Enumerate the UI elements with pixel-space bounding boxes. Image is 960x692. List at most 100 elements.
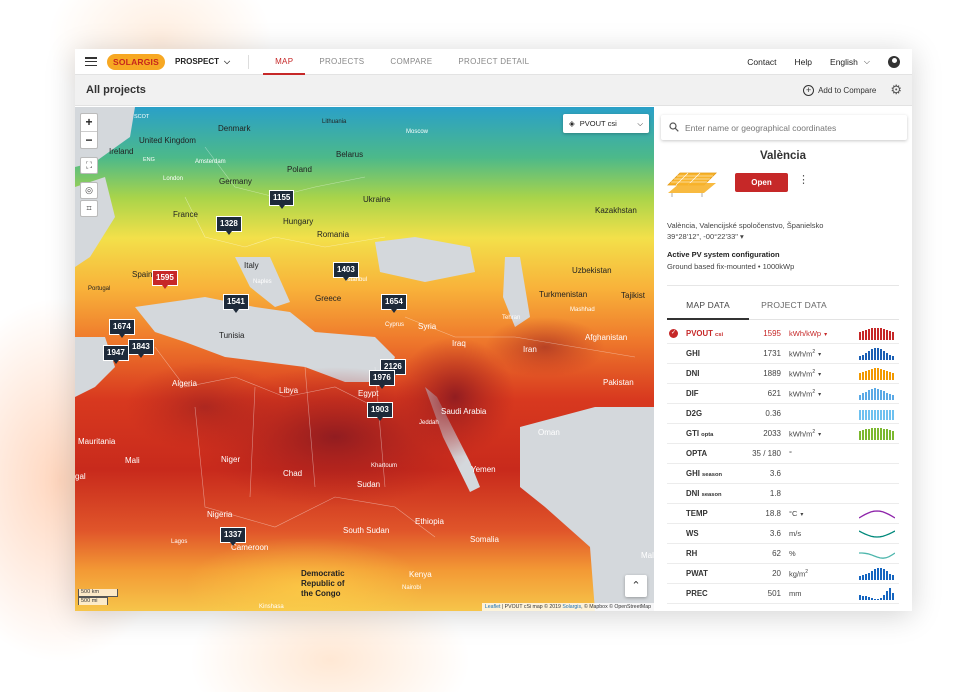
project-marker[interactable]: 1843	[128, 339, 154, 358]
search-input[interactable]: Enter name or geographical coordinates	[661, 115, 907, 140]
sparkline-bar	[892, 373, 894, 380]
chevron-down-icon: ▾	[818, 392, 822, 399]
project-marker[interactable]: 1947	[103, 345, 129, 364]
fullscreen-icon[interactable]: ⛶	[80, 157, 98, 174]
tab-map[interactable]: MAP	[262, 49, 306, 75]
parameter-subscript: csi	[715, 332, 724, 338]
parameter-unit[interactable]: kWh/m2▾	[789, 369, 821, 379]
project-marker[interactable]: 1654	[381, 294, 407, 313]
parameter-unit[interactable]: mm	[789, 589, 802, 598]
sparkline-bar	[874, 569, 876, 580]
map-data-row[interactable]: DNI 1889 kWh/m2▾	[667, 364, 899, 384]
map-label: Kenya	[409, 570, 432, 579]
map-label: Nairobi	[402, 585, 422, 591]
parameter-unit[interactable]: °	[789, 449, 792, 458]
menu-icon[interactable]	[85, 57, 97, 66]
map-data-row[interactable]: D2G 0.36	[667, 404, 899, 424]
project-marker[interactable]: 1976	[369, 370, 395, 389]
project-marker[interactable]: 1155	[269, 190, 295, 209]
map-label: Poland	[287, 165, 312, 174]
map-data-row[interactable]: PWAT 20 kg/m2	[667, 564, 899, 584]
solar-map[interactable]: + − ⛶ ◎ ⌗ ◈ PVOUT csi ⌵ Denmark SCOT Ire…	[75, 107, 654, 611]
tab-projects[interactable]: PROJECTS	[319, 49, 364, 75]
project-marker[interactable]: 1403	[333, 262, 359, 281]
scale-mi: 500 mi	[78, 597, 108, 605]
zoom-out-button[interactable]: −	[81, 131, 97, 148]
parameter-label: PREC	[686, 589, 708, 598]
map-data-row[interactable]: DIF 621 kWh/m2▾	[667, 384, 899, 404]
map-attribution: Leaflet | PVOUT cSi map © 2019 Solargis,…	[481, 603, 654, 611]
check-icon: ✓	[669, 329, 678, 338]
parameter-unit[interactable]: %	[789, 549, 796, 558]
open-button[interactable]: Open	[735, 173, 788, 192]
map-data-row[interactable]: RH 62%	[667, 544, 899, 564]
add-to-compare-button[interactable]: + Add to Compare	[803, 84, 876, 96]
sparkline-line	[859, 552, 895, 559]
tab-map-data[interactable]: MAP DATA	[667, 296, 749, 320]
map-data-row[interactable]: ✓ PVOUT csi 1595 kWh/kWp ▾	[667, 324, 899, 344]
solargis-link[interactable]: Solargis	[562, 604, 581, 610]
parameter-unit[interactable]: m/s	[789, 529, 801, 538]
chevron-down-icon[interactable]: ▾	[740, 232, 744, 241]
sparkline-bar	[886, 353, 888, 360]
gear-icon[interactable]: ⚙	[890, 82, 902, 98]
sparkline-bar	[880, 328, 882, 340]
map-label: Amsterdam	[195, 159, 226, 165]
map-data-row[interactable]: GTI opta 2033 kWh/m2▾	[667, 424, 899, 444]
project-marker[interactable]: 1541	[223, 294, 249, 313]
map-label: France	[173, 210, 198, 219]
sparkline-bar	[883, 329, 885, 340]
tab-project-data[interactable]: PROJECT DATA	[749, 296, 839, 319]
parameter-label: DIF	[686, 389, 699, 398]
unit-label: kg/m	[789, 569, 806, 579]
layer-select[interactable]: ◈ PVOUT csi ⌵	[563, 114, 649, 133]
map-data-row[interactable]: WS 3.6 m/s	[667, 524, 899, 544]
product-switcher[interactable]: PROSPECT ⌵	[175, 57, 230, 67]
monthly-line-sparkline	[859, 510, 895, 519]
contact-link[interactable]: Contact	[747, 57, 776, 67]
map-label: Iraq	[452, 339, 466, 348]
tab-compare[interactable]: COMPARE	[390, 49, 432, 75]
map-label: Saudi Arabia	[441, 407, 487, 416]
map-data-row[interactable]: GHI season 3.6	[667, 464, 899, 484]
project-marker-selected[interactable]: 1595	[152, 270, 178, 289]
unit-label: kWh/m	[789, 369, 813, 379]
locate-icon[interactable]: ◎	[80, 182, 98, 199]
parameter-unit[interactable]: °C ▾	[789, 509, 803, 518]
project-marker[interactable]: 1903	[367, 402, 393, 421]
unit-superscript: 2	[812, 388, 816, 395]
parameter-unit[interactable]: kWh/m2▾	[789, 429, 821, 439]
project-marker[interactable]: 1328	[216, 216, 242, 235]
leaflet-link[interactable]: Leaflet	[485, 604, 501, 610]
parameter-unit[interactable]: kWh/kWp ▾	[789, 329, 827, 338]
map-label: Republic of	[301, 579, 345, 588]
tab-project-detail[interactable]: PROJECT DETAIL	[458, 49, 529, 75]
fit-bounds-icon[interactable]: ⌗	[80, 200, 98, 217]
project-marker[interactable]: 1337	[220, 527, 246, 546]
parameter-unit[interactable]: kg/m2	[789, 569, 808, 579]
more-options-icon[interactable]: ⋮	[798, 173, 809, 186]
map-data-row[interactable]: TEMP 18.8 °C ▾	[667, 504, 899, 524]
chevron-up-icon[interactable]: ⌃	[625, 575, 647, 597]
map-data-row[interactable]: DNI season 1.8	[667, 484, 899, 504]
map-data-row[interactable]: PREC 501 mm	[667, 584, 899, 604]
map-data-row[interactable]: OPTA 35 / 180 °	[667, 444, 899, 464]
solargis-logo[interactable]: SOLARGIS	[107, 53, 165, 70]
sparkline-bar	[886, 330, 888, 340]
parameter-unit[interactable]: kWh/m2▾	[789, 349, 821, 359]
sparkline-bar	[868, 370, 870, 380]
language-select[interactable]: English ⌵	[830, 57, 870, 67]
search-placeholder: Enter name or geographical coordinates	[685, 122, 837, 133]
pv-config-title[interactable]: Active PV system configuration	[667, 250, 780, 259]
zoom-in-button[interactable]: +	[81, 114, 97, 131]
map-label: United Kingdom	[139, 136, 196, 145]
help-link[interactable]: Help	[795, 57, 812, 67]
parameter-unit[interactable]: kWh/m2▾	[789, 389, 821, 399]
user-account-icon[interactable]	[888, 55, 900, 68]
map-label: Romania	[317, 230, 350, 239]
parameter-name: PREC	[686, 589, 708, 598]
map-data-row[interactable]: GHI 1731 kWh/m2▾	[667, 344, 899, 364]
project-marker[interactable]: 1674	[109, 319, 135, 338]
sparkline-bar	[859, 356, 861, 360]
map-label: London	[163, 176, 184, 182]
